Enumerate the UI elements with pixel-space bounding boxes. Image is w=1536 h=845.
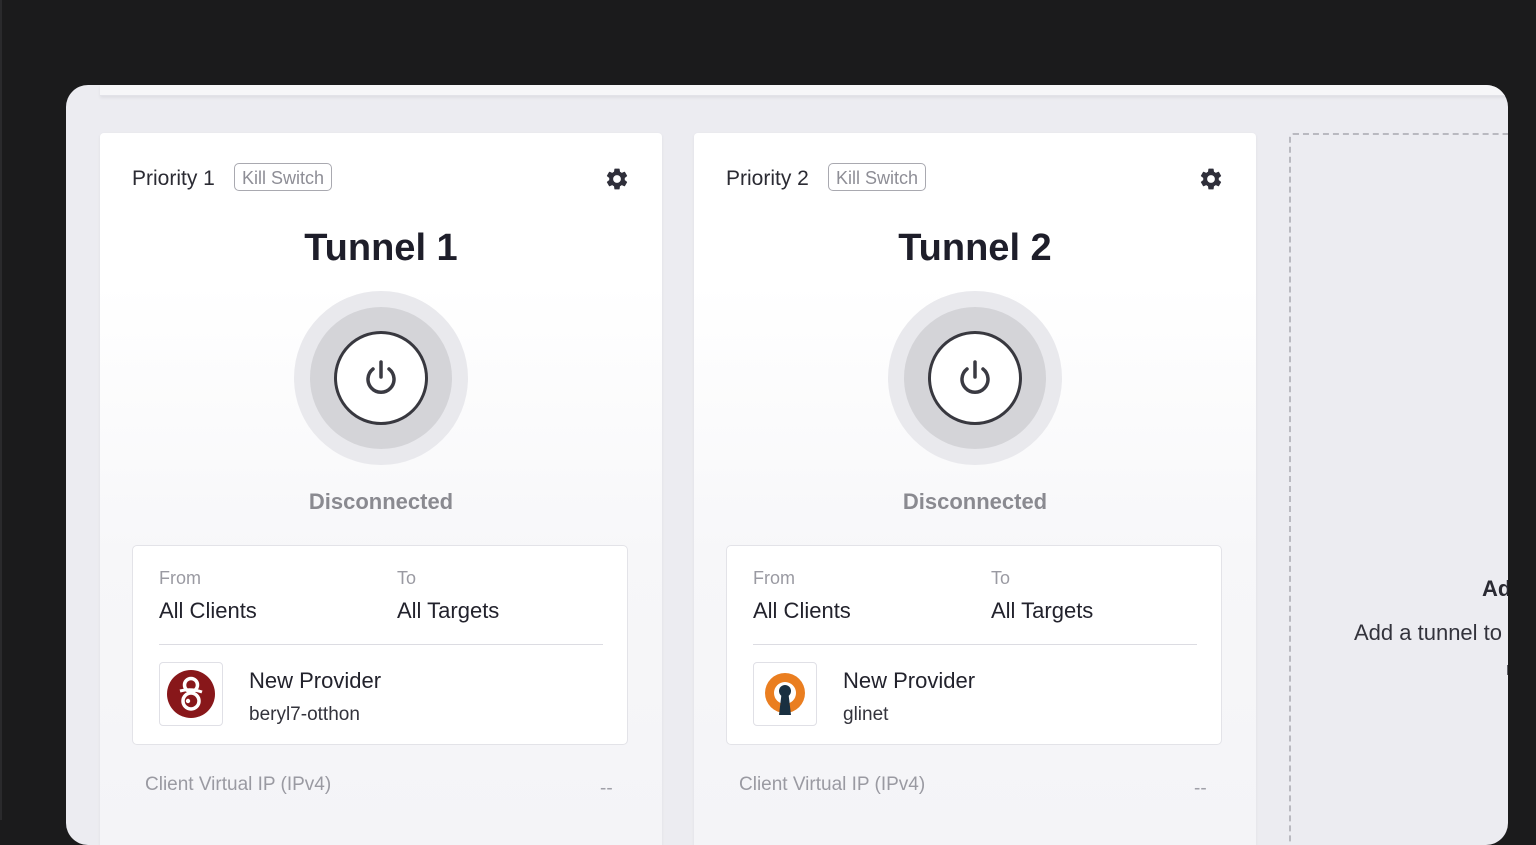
openvpn-icon — [753, 662, 817, 726]
route-info-box: From All Clients To All Targets New Prov… — [132, 545, 628, 745]
tunnels-panel: Priority 1 Kill Switch Tunnel 1 Disconne… — [66, 85, 1508, 845]
power-icon — [960, 360, 990, 394]
to-value: All Targets — [397, 598, 500, 623]
kill-switch-badge: Kill Switch — [234, 163, 333, 191]
to-label: To — [991, 568, 1011, 588]
provider-subtitle: beryl7-otthon — [249, 704, 360, 725]
client-virtual-ip-value: -- — [600, 778, 613, 799]
connection-status: Disconnected — [902, 489, 1048, 514]
divider — [753, 644, 1197, 645]
power-button[interactable] — [928, 331, 1022, 425]
power-ring — [904, 307, 1046, 449]
client-virtual-ip-label: Client Virtual IP (IPv4) — [145, 774, 332, 795]
add-tunnel-description-cont: r — [1506, 659, 1508, 680]
tunnel-title: Tunnel 1 — [304, 227, 458, 269]
from-value: All Clients — [159, 598, 257, 623]
to-label: To — [397, 568, 417, 588]
divider — [159, 644, 603, 645]
priority-label: Priority 2 — [726, 167, 809, 190]
power-button[interactable] — [334, 331, 428, 425]
kill-switch-badge: Kill Switch — [828, 163, 927, 191]
power-toggle[interactable] — [888, 291, 1062, 465]
add-tunnel-card[interactable]: Ad Add a tunnel to r — [1289, 133, 1508, 845]
from-value: All Clients — [753, 598, 851, 623]
gear-icon[interactable] — [1198, 166, 1224, 192]
power-toggle[interactable] — [294, 291, 468, 465]
tunnel-card-2: Priority 2 Kill Switch Tunnel 2 Disconne… — [694, 133, 1256, 845]
wireguard-icon — [159, 662, 223, 726]
add-tunnel-title: Ad — [1482, 576, 1508, 601]
from-label: From — [753, 568, 795, 588]
power-icon — [366, 360, 396, 394]
connection-status: Disconnected — [308, 489, 454, 514]
tunnel-card-1: Priority 1 Kill Switch Tunnel 1 Disconne… — [100, 133, 662, 845]
provider-name: New Provider — [843, 668, 976, 693]
provider-name: New Provider — [249, 668, 382, 693]
power-ring — [310, 307, 452, 449]
tunnel-title: Tunnel 2 — [898, 227, 1052, 269]
route-info-box: From All Clients To All Targets New Prov… — [726, 545, 1222, 745]
priority-label: Priority 1 — [132, 167, 215, 190]
window-edge — [0, 0, 2, 820]
to-value: All Targets — [991, 598, 1094, 623]
provider-subtitle: glinet — [843, 704, 889, 725]
gear-icon[interactable] — [604, 166, 630, 192]
client-virtual-ip-label: Client Virtual IP (IPv4) — [739, 774, 926, 795]
client-virtual-ip-value: -- — [1194, 778, 1207, 799]
panel-top-bar — [100, 85, 1508, 96]
add-tunnel-description: Add a tunnel to — [1354, 620, 1503, 645]
from-label: From — [159, 568, 201, 588]
